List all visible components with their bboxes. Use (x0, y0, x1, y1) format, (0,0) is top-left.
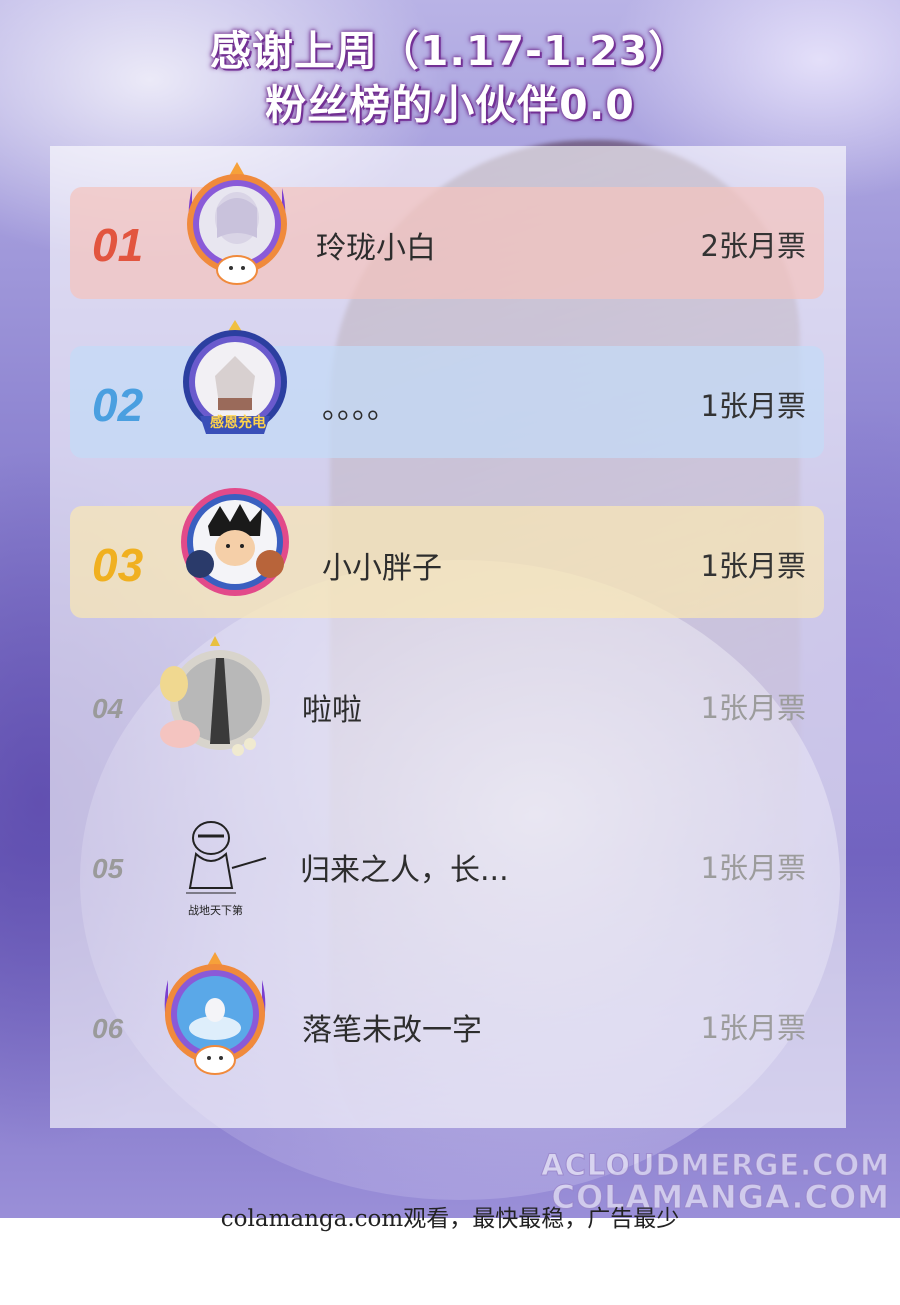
avatar: 战地天下第 (166, 808, 276, 918)
rank-number: 01 (92, 219, 144, 271)
page-title: 感谢上周（1.17-1.23） 粉丝榜的小伙伴0.0 (0, 24, 900, 132)
avatar (150, 948, 280, 1078)
fan-entry[interactable]: 04 啦啦 1张月票 (0, 636, 900, 770)
fan-name: 归来之人，长... (300, 853, 509, 888)
rank-number: 04 (92, 693, 124, 724)
fan-name: 玲珑小白 (316, 231, 436, 266)
rank-number: 06 (92, 1013, 124, 1044)
fan-name: 啦啦 (302, 693, 362, 728)
fan-entry[interactable]: 06 落笔未改一字 1张月票 (0, 952, 900, 1090)
avatar (172, 158, 302, 288)
title-line-2: 粉丝榜的小伙伴0.0 (265, 81, 635, 129)
vote-count: 1张月票 (700, 1011, 806, 1045)
rank-number: 02 (92, 379, 144, 431)
avatar-frame-icon (187, 162, 287, 285)
vote-count: 1张月票 (700, 691, 806, 725)
avatar (170, 476, 300, 606)
title-line-1: 感谢上周（1.17-1.23） (209, 27, 691, 75)
avatar-frame-icon (164, 952, 266, 1075)
footer-notice: colamanga.com观看，最快最稳，广告最少 (220, 1206, 680, 1232)
vote-count: 2张月票 (700, 229, 806, 263)
vote-count: 1张月票 (700, 549, 806, 583)
fan-name: 落笔未改一字 (302, 1013, 482, 1048)
avatar (150, 634, 280, 764)
avatar-frame-icon (181, 488, 289, 596)
badge-caption: 感恩充电 (210, 415, 266, 431)
avatar: 感恩充电 (170, 316, 300, 446)
vote-count: 1张月票 (700, 389, 806, 423)
fan-entry[interactable]: 01 玲珑小白 2张月票 (0, 162, 900, 308)
fan-entry[interactable]: 05 战地天下第 归来之人，长... 1张月票 (0, 800, 900, 930)
fan-entry[interactable]: 02 感恩充电 。。。。 1张月票 (0, 320, 900, 468)
rank-number: 05 (92, 853, 124, 884)
rank-number: 03 (92, 539, 144, 591)
vote-count: 1张月票 (700, 851, 806, 885)
fan-name: 小小胖子 (322, 551, 442, 586)
avatar-frame-icon (160, 636, 270, 756)
avatar-caption: 战地天下第 (188, 904, 243, 917)
fan-name: 。。。。 (322, 391, 397, 426)
watermark-line-1: ACLOUDMERGE.COM (541, 1148, 890, 1183)
fan-entry[interactable]: 03 小小胖子 1张月票 (0, 488, 900, 628)
